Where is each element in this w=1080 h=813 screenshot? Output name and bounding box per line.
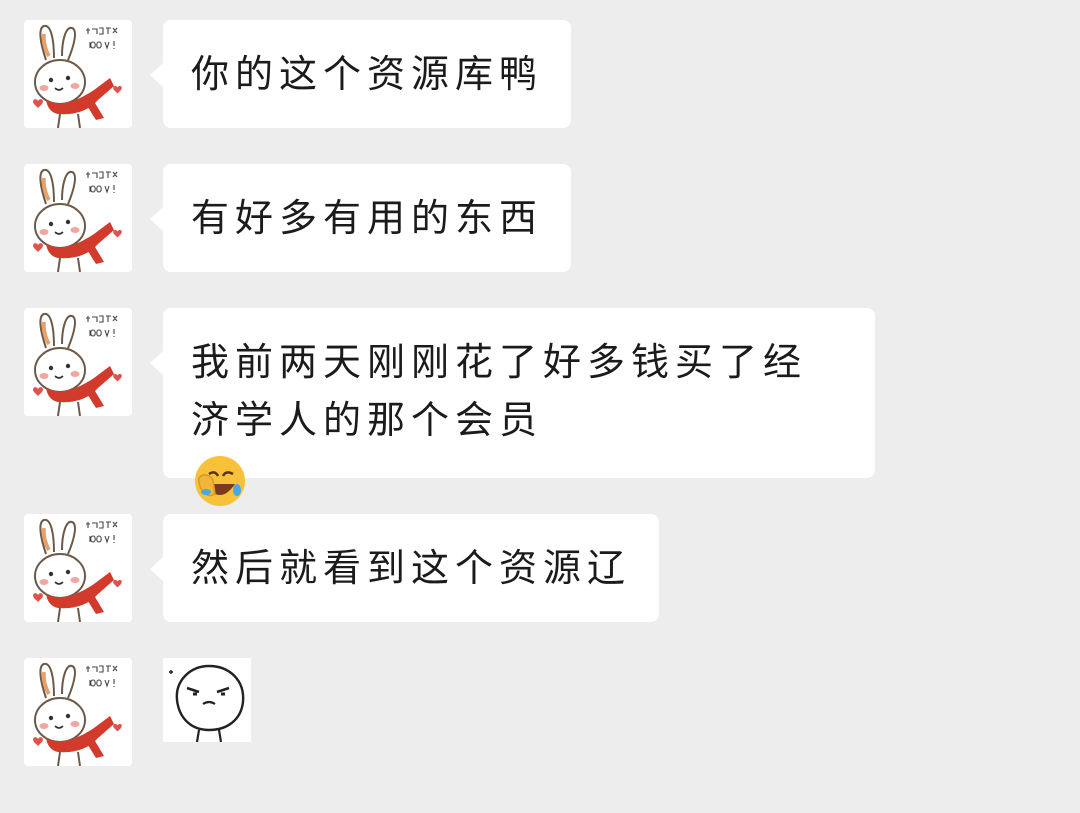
message-bubble[interactable]: 你的这个资源库鸭	[149, 20, 572, 128]
message-text-line: 济学人的那个会员	[191, 391, 847, 508]
message-text: 你的这个资源库鸭	[191, 52, 544, 96]
message-text: 有好多有用的东西	[191, 196, 544, 240]
message-bubble[interactable]: 然后就看到这个资源辽	[149, 514, 660, 622]
smirking-sticker-icon[interactable]	[163, 658, 251, 743]
bunny-avatar-icon[interactable]	[24, 164, 132, 272]
bunny-avatar-icon[interactable]	[24, 308, 132, 416]
bunny-avatar-icon[interactable]	[24, 658, 132, 766]
bunny-avatar-icon[interactable]	[24, 514, 132, 622]
message-bubble[interactable]: 我前两天刚刚花了好多钱买了经 济学人的那个会员	[150, 308, 875, 506]
bunny-avatar-icon[interactable]	[24, 20, 132, 128]
laughing-face-emoji-icon	[195, 455, 245, 506]
message-text-line: 我前两天刚刚花了好多钱买了经	[191, 340, 808, 384]
message-bubble[interactable]: 有好多有用的东西	[149, 164, 572, 272]
message-text: 然后就看到这个资源辽	[191, 546, 632, 590]
